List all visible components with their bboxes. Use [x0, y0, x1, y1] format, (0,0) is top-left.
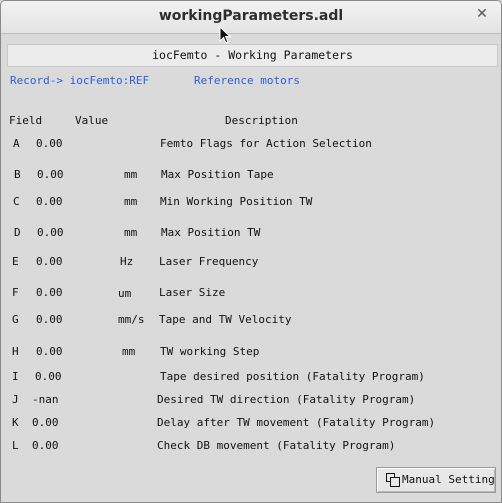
row-value: 0.00 — [37, 168, 64, 181]
row-value: 0.00 — [32, 416, 59, 429]
row-description: Laser Frequency — [159, 255, 259, 268]
row-field: J — [12, 393, 19, 406]
row-field: C — [13, 195, 20, 208]
row-description: Check DB movement (Fatality Program) — [157, 439, 396, 452]
row-field: L — [12, 439, 19, 452]
row-value: 0.00 — [36, 195, 63, 208]
row-field: K — [12, 416, 19, 429]
row-description: Tape desired position (Fatality Program) — [160, 370, 425, 383]
row-value: 0.00 — [36, 345, 63, 358]
row-unit: mm — [124, 195, 138, 208]
row-field: A — [13, 137, 20, 150]
row-value: 0.00 — [32, 439, 59, 452]
row-unit: mm — [124, 226, 138, 239]
row-field: F — [12, 286, 19, 299]
row-value: 0.00 — [36, 255, 63, 268]
row-value: 0.00 — [35, 370, 62, 383]
row-description: TW working Step — [160, 345, 260, 358]
window-title: workingParameters.adl — [158, 8, 344, 24]
row-unit: Hz — [120, 255, 134, 268]
row-description: Tape and TW Velocity — [159, 313, 292, 326]
row-field: B — [14, 168, 21, 181]
row-unit: um — [118, 287, 132, 300]
row-description: Max Position Tape — [161, 168, 274, 181]
header-description: Description — [225, 114, 298, 127]
row-description: Desired TW direction (Fatality Program) — [157, 393, 416, 406]
row-description: Delay after TW movement (Fatality Progra… — [157, 416, 436, 429]
row-unit: mm — [124, 168, 138, 181]
screen-banner: iocFemto - Working Parameters — [7, 44, 498, 67]
row-field: H — [12, 345, 19, 358]
adl-window: workingParameters.adl ✕ iocFemto - Worki… — [0, 0, 502, 503]
header-value: Value — [75, 114, 109, 127]
row-field: G — [12, 313, 19, 326]
close-icon[interactable]: ✕ — [472, 5, 492, 23]
row-description: Laser Size — [159, 286, 226, 299]
row-field: I — [12, 370, 19, 383]
reference-motors-link[interactable]: Reference motors — [194, 74, 300, 87]
record-link[interactable]: Record-> iocFemto:REF — [10, 74, 149, 87]
row-description: Max Position TW — [161, 226, 261, 239]
manual-setting-button[interactable]: Manual Setting — [376, 467, 496, 493]
banner-title: iocFemto - Working Parameters — [152, 48, 353, 62]
row-field: D — [14, 226, 21, 239]
row-value: -nan — [32, 393, 59, 406]
row-description: Min Working Position TW — [160, 195, 313, 208]
row-value: 0.00 — [37, 226, 64, 239]
header-field: Field — [9, 114, 43, 127]
row-description: Femto Flags for Action Selection — [160, 137, 372, 150]
row-unit: mm — [122, 345, 136, 358]
title-bar[interactable]: workingParameters.adl ✕ — [1, 1, 501, 34]
row-field: E — [12, 255, 19, 268]
mouse-pointer-icon — [219, 26, 232, 44]
row-unit: mm/s — [118, 313, 145, 326]
row-value: 0.00 — [36, 137, 63, 150]
row-value: 0.00 — [36, 286, 63, 299]
manual-setting-label: Manual Setting — [402, 473, 495, 486]
row-value: 0.00 — [36, 313, 63, 326]
related-display-icon — [386, 473, 400, 487]
